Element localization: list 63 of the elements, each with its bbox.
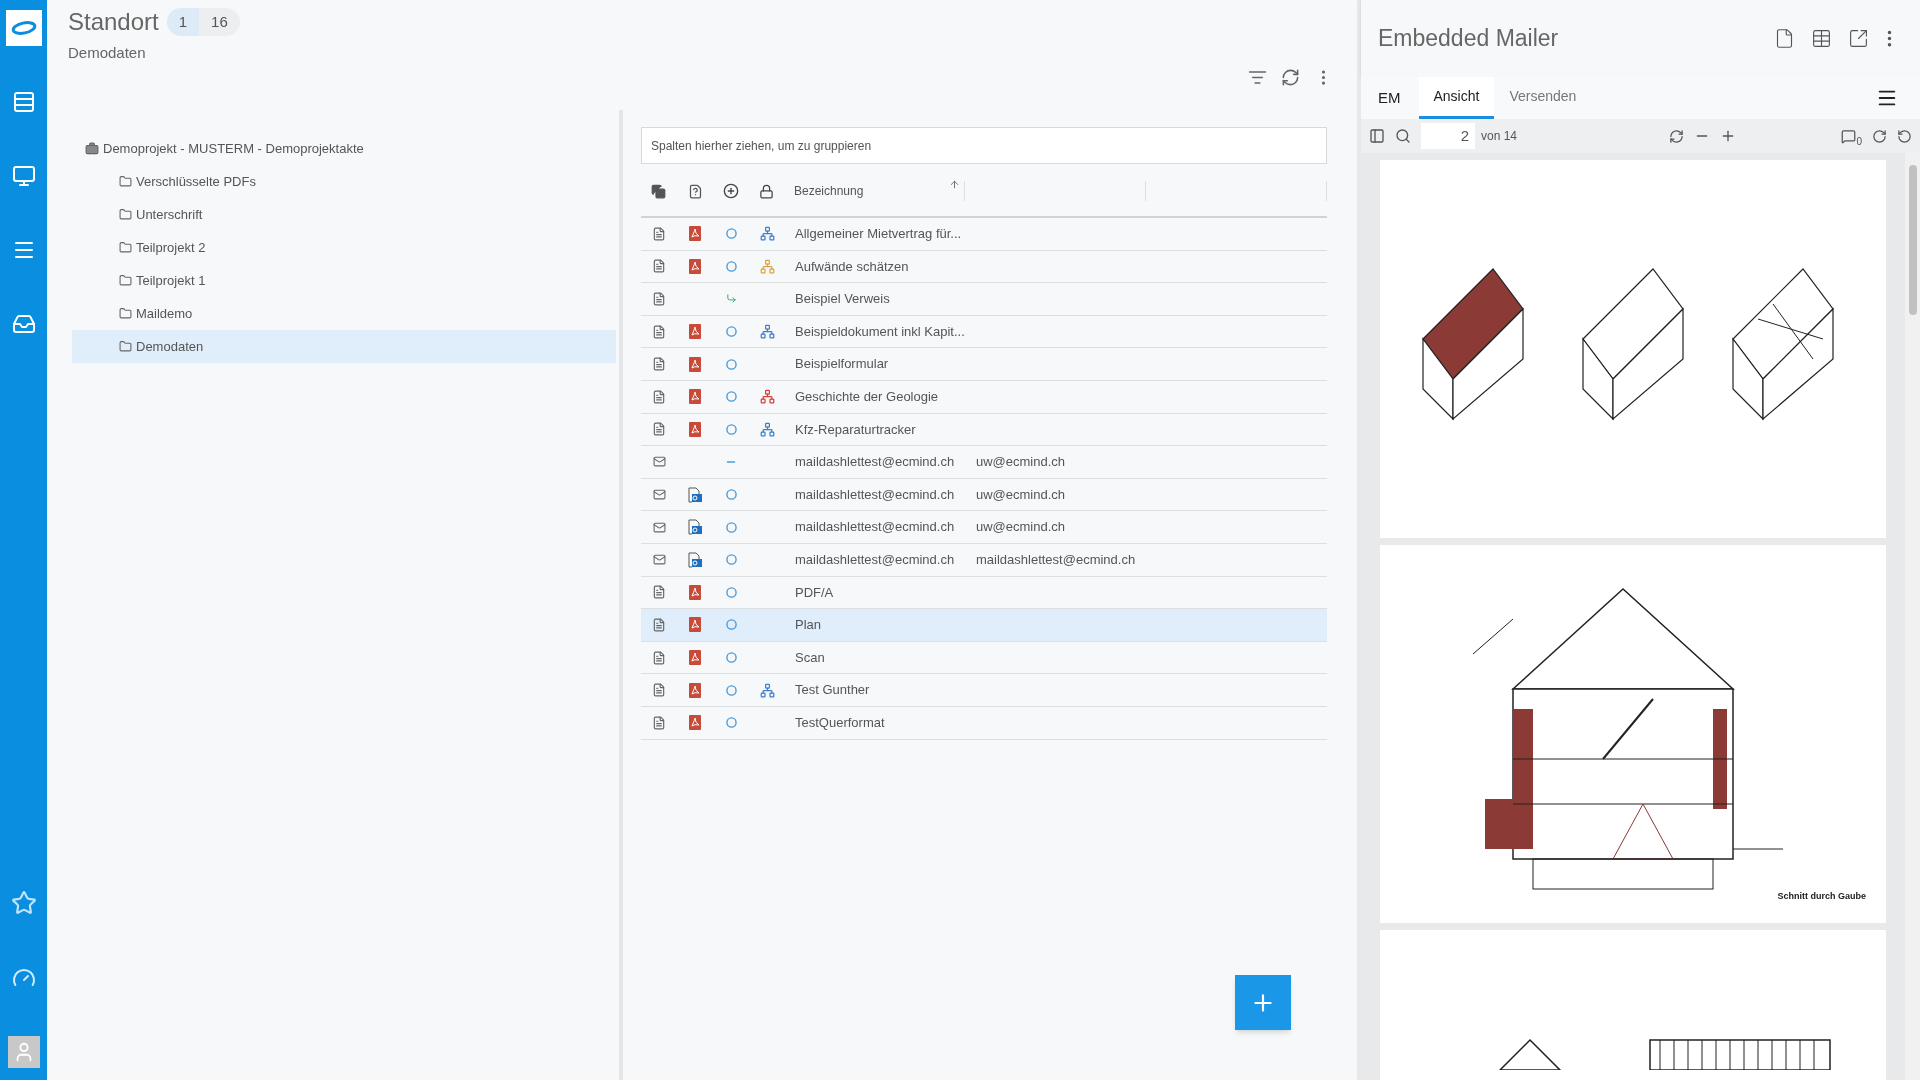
tree-item-label: Demoprojekt - MUSTERM - Demoprojektakte (103, 139, 364, 158)
table-row[interactable]: Beispielformular (641, 348, 1327, 381)
tree-item-label: Demodaten (136, 337, 204, 356)
table-row[interactable]: Geschichte der Geologie (641, 380, 1327, 414)
table-row[interactable]: Test Gunther (641, 674, 1327, 707)
table-row[interactable]: Aufwände schätzen (641, 250, 1327, 284)
panel-title: Embedded Mailer (1378, 24, 1560, 54)
column-header[interactable]: Bezeichnung (794, 182, 949, 200)
table-row[interactable]: maildashlettest@ecmind.ch uw@ecmind.ch (641, 446, 1327, 479)
comment-count: 0 (1856, 134, 1862, 149)
panel-tab[interactable]: Versenden (1494, 77, 1592, 119)
page-subtitle: Demodaten (68, 43, 147, 63)
table-row[interactable]: Scan (641, 641, 1327, 675)
table-row[interactable]: Beispieldokument inkl Kapit... (641, 315, 1327, 349)
table-cell-text: uw@ecmind.ch (976, 485, 1066, 504)
tree-item[interactable]: Demodaten (72, 330, 616, 363)
tree-item[interactable]: Teilprojekt 1 (72, 264, 616, 297)
tree-item[interactable]: Unterschrift (72, 198, 616, 231)
tree-item-label: Teilprojekt 2 (136, 238, 206, 257)
table-row[interactable]: maildashlettest@ecmind.ch uw@ecmind.ch (641, 478, 1327, 512)
table-cell-text: maildashlettest@ecmind.ch (795, 551, 956, 569)
table-cell-text: PDF/A (795, 583, 835, 602)
table-row[interactable]: maildashlettest@ecmind.ch uw@ecmind.ch (641, 511, 1327, 544)
page-title: Standort (68, 7, 159, 37)
tree-item[interactable]: Verschlüsselte PDFs (72, 165, 616, 198)
table-cell-text: Beispielformular (795, 355, 890, 374)
table-cell-text: Allgemeiner Mietvertrag für... (795, 225, 963, 244)
table-cell-text: TestQuerformat (795, 713, 886, 732)
tree-item[interactable]: Demoprojekt - MUSTERM - Demoprojektakte (72, 132, 616, 165)
page-number-field[interactable]: 2 (1421, 123, 1475, 149)
table-row[interactable]: Beispiel Verweis (641, 283, 1327, 316)
tree-item[interactable]: Teilprojekt 2 (72, 231, 616, 264)
table-cell-text: Geschichte der Geologie (795, 388, 940, 406)
table-row[interactable]: TestQuerformat (641, 706, 1327, 740)
count-badge[interactable]: 1 (166, 7, 200, 37)
tree-item-label: Teilprojekt 1 (136, 271, 206, 290)
group-drop-zone[interactable]: Spalten hierher ziehen, um zu gruppieren (641, 127, 1327, 164)
table-cell-text: Aufwände schätzen (795, 257, 910, 276)
panel-prefix-label: EM (1378, 87, 1401, 108)
table-cell-text: maildashlettest@ecmind.ch (976, 551, 1136, 569)
tree-item-label: Unterschrift (136, 205, 203, 224)
table-cell-text: uw@ecmind.ch (976, 518, 1066, 537)
table-row[interactable]: maildashlettest@ecmind.ch maildashlettest@ecmind.ch (641, 543, 1327, 577)
table-cell-text: Scan (795, 648, 826, 667)
tree-item-label: Maildemo (136, 304, 193, 323)
drawing-caption: Schnitt durch Gaube (1777, 889, 1866, 903)
tree-item-label: Verschlüsselte PDFs (136, 172, 256, 191)
table-row[interactable]: Allgemeiner Mietvertrag für... (641, 218, 1327, 251)
table-cell-text: Beispieldokument inkl Kapit... (795, 322, 966, 341)
table-row[interactable]: Plan (641, 609, 1327, 642)
tree-item[interactable]: Maildemo (72, 297, 616, 330)
table-cell-text: maildashlettest@ecmind.ch (795, 485, 956, 504)
table-cell-text: uw@ecmind.ch (976, 453, 1066, 472)
panel-tab[interactable]: Ansicht (1418, 77, 1495, 119)
count-badge[interactable]: 16 (199, 7, 240, 37)
table-cell-text: Test Gunther (795, 681, 871, 700)
table-cell-text: Plan (795, 616, 823, 635)
table-cell-text: maildashlettest@ecmind.ch (795, 453, 956, 472)
table-cell-text: maildashlettest@ecmind.ch (795, 518, 956, 537)
page-count: von 14 (1481, 128, 1518, 145)
table-row[interactable]: Kfz-Reparaturtracker (641, 413, 1327, 447)
table-cell-text: Kfz-Reparaturtracker (795, 420, 917, 439)
table-cell-text: Beispiel Verweis (795, 290, 891, 309)
